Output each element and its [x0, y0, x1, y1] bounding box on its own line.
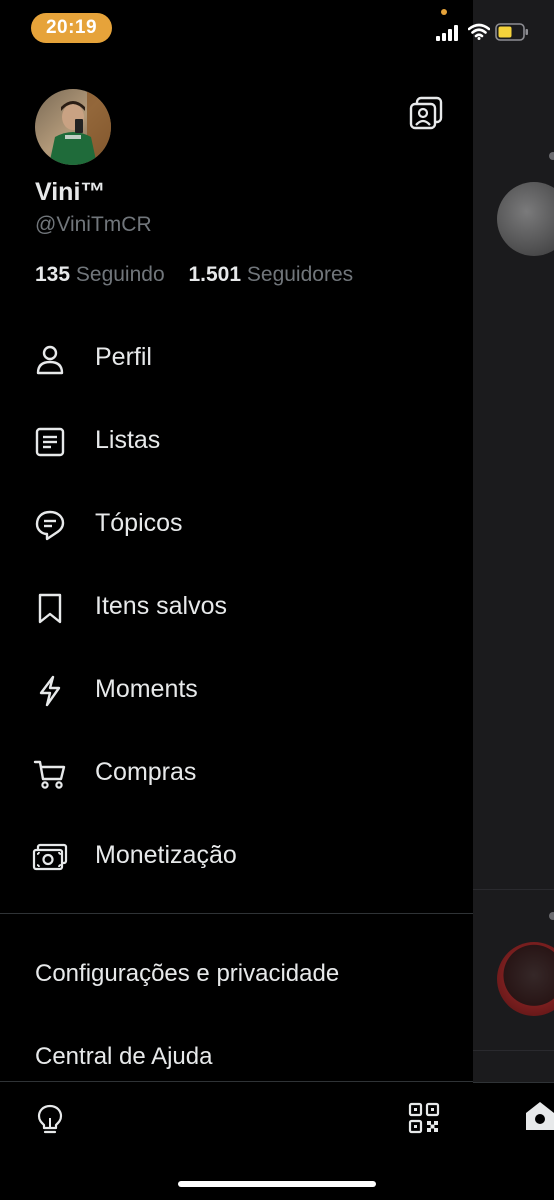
followers-count: 1.501	[188, 263, 242, 286]
qr-code-icon	[408, 1102, 440, 1134]
money-icon	[32, 839, 68, 875]
menu-item-perfil[interactable]: Perfil	[0, 317, 473, 400]
feed-avatar	[497, 182, 554, 256]
wifi-icon	[468, 23, 490, 40]
menu-item-label: Monetização	[95, 841, 237, 869]
feed-dot	[549, 912, 554, 920]
menu-item-compras[interactable]: Compras	[0, 732, 473, 815]
drawer-menu: Perfil Listas Tópicos Itens salvos Momen…	[0, 317, 473, 898]
feed-avatar	[497, 942, 554, 1016]
bookmark-icon	[32, 590, 68, 626]
menu-item-label: Perfil	[95, 343, 152, 371]
following-count: 135	[35, 263, 71, 286]
followers-label: Seguidores	[246, 263, 354, 286]
display-settings-button[interactable]	[34, 1103, 66, 1142]
switch-accounts-button[interactable]	[406, 93, 446, 133]
cart-icon	[32, 756, 68, 792]
topics-icon	[32, 507, 68, 543]
display-name[interactable]: Vini™	[35, 178, 105, 207]
lightning-icon	[32, 673, 68, 709]
list-icon	[32, 424, 68, 460]
menu-divider	[0, 913, 473, 914]
followers-link[interactable]: 1.501 Seguidores	[188, 263, 353, 286]
menu-item-topicos[interactable]: Tópicos	[0, 483, 473, 566]
feed-dot	[549, 152, 554, 160]
help-center-link[interactable]: Central de Ajuda	[35, 1043, 212, 1071]
cellular-signal-icon	[436, 25, 458, 41]
following-label: Seguindo	[75, 263, 165, 286]
menu-item-label: Itens salvos	[95, 592, 228, 620]
menu-item-listas[interactable]: Listas	[0, 400, 473, 483]
accounts-icon	[409, 96, 443, 130]
privacy-indicator-dot	[441, 9, 447, 15]
avatar-photo	[35, 89, 111, 165]
status-bar: 20:19	[0, 0, 554, 60]
user-handle: @ViniTmCR	[35, 213, 152, 236]
menu-item-label: Listas	[95, 426, 161, 454]
menu-item-itens-salvos[interactable]: Itens salvos	[0, 566, 473, 649]
follow-stats: 135 Seguindo 1.501 Seguidores	[35, 263, 371, 287]
menu-item-label: Moments	[95, 675, 198, 703]
feed-divider	[473, 1050, 554, 1051]
bottom-divider	[0, 1081, 473, 1082]
home-indicator	[178, 1181, 376, 1187]
feed-divider	[473, 889, 554, 890]
menu-item-label: Compras	[95, 758, 197, 786]
profile-avatar[interactable]	[35, 89, 111, 165]
lightbulb-icon	[37, 1104, 63, 1134]
settings-privacy-link[interactable]: Configurações e privacidade	[35, 960, 339, 988]
battery-icon	[495, 23, 528, 41]
navigation-drawer: Vini™ @ViniTmCR 135 Seguindo 1.501 Segui…	[0, 0, 473, 1200]
background-feed	[473, 0, 554, 1200]
status-time: 20:19	[31, 13, 112, 43]
person-icon	[32, 341, 68, 377]
following-link[interactable]: 135 Seguindo	[35, 263, 170, 286]
menu-item-moments[interactable]: Moments	[0, 649, 473, 732]
home-icon	[526, 1102, 554, 1130]
menu-item-label: Tópicos	[95, 509, 183, 537]
menu-item-monetizacao[interactable]: Monetização	[0, 815, 473, 898]
qr-code-button[interactable]	[408, 1102, 440, 1139]
